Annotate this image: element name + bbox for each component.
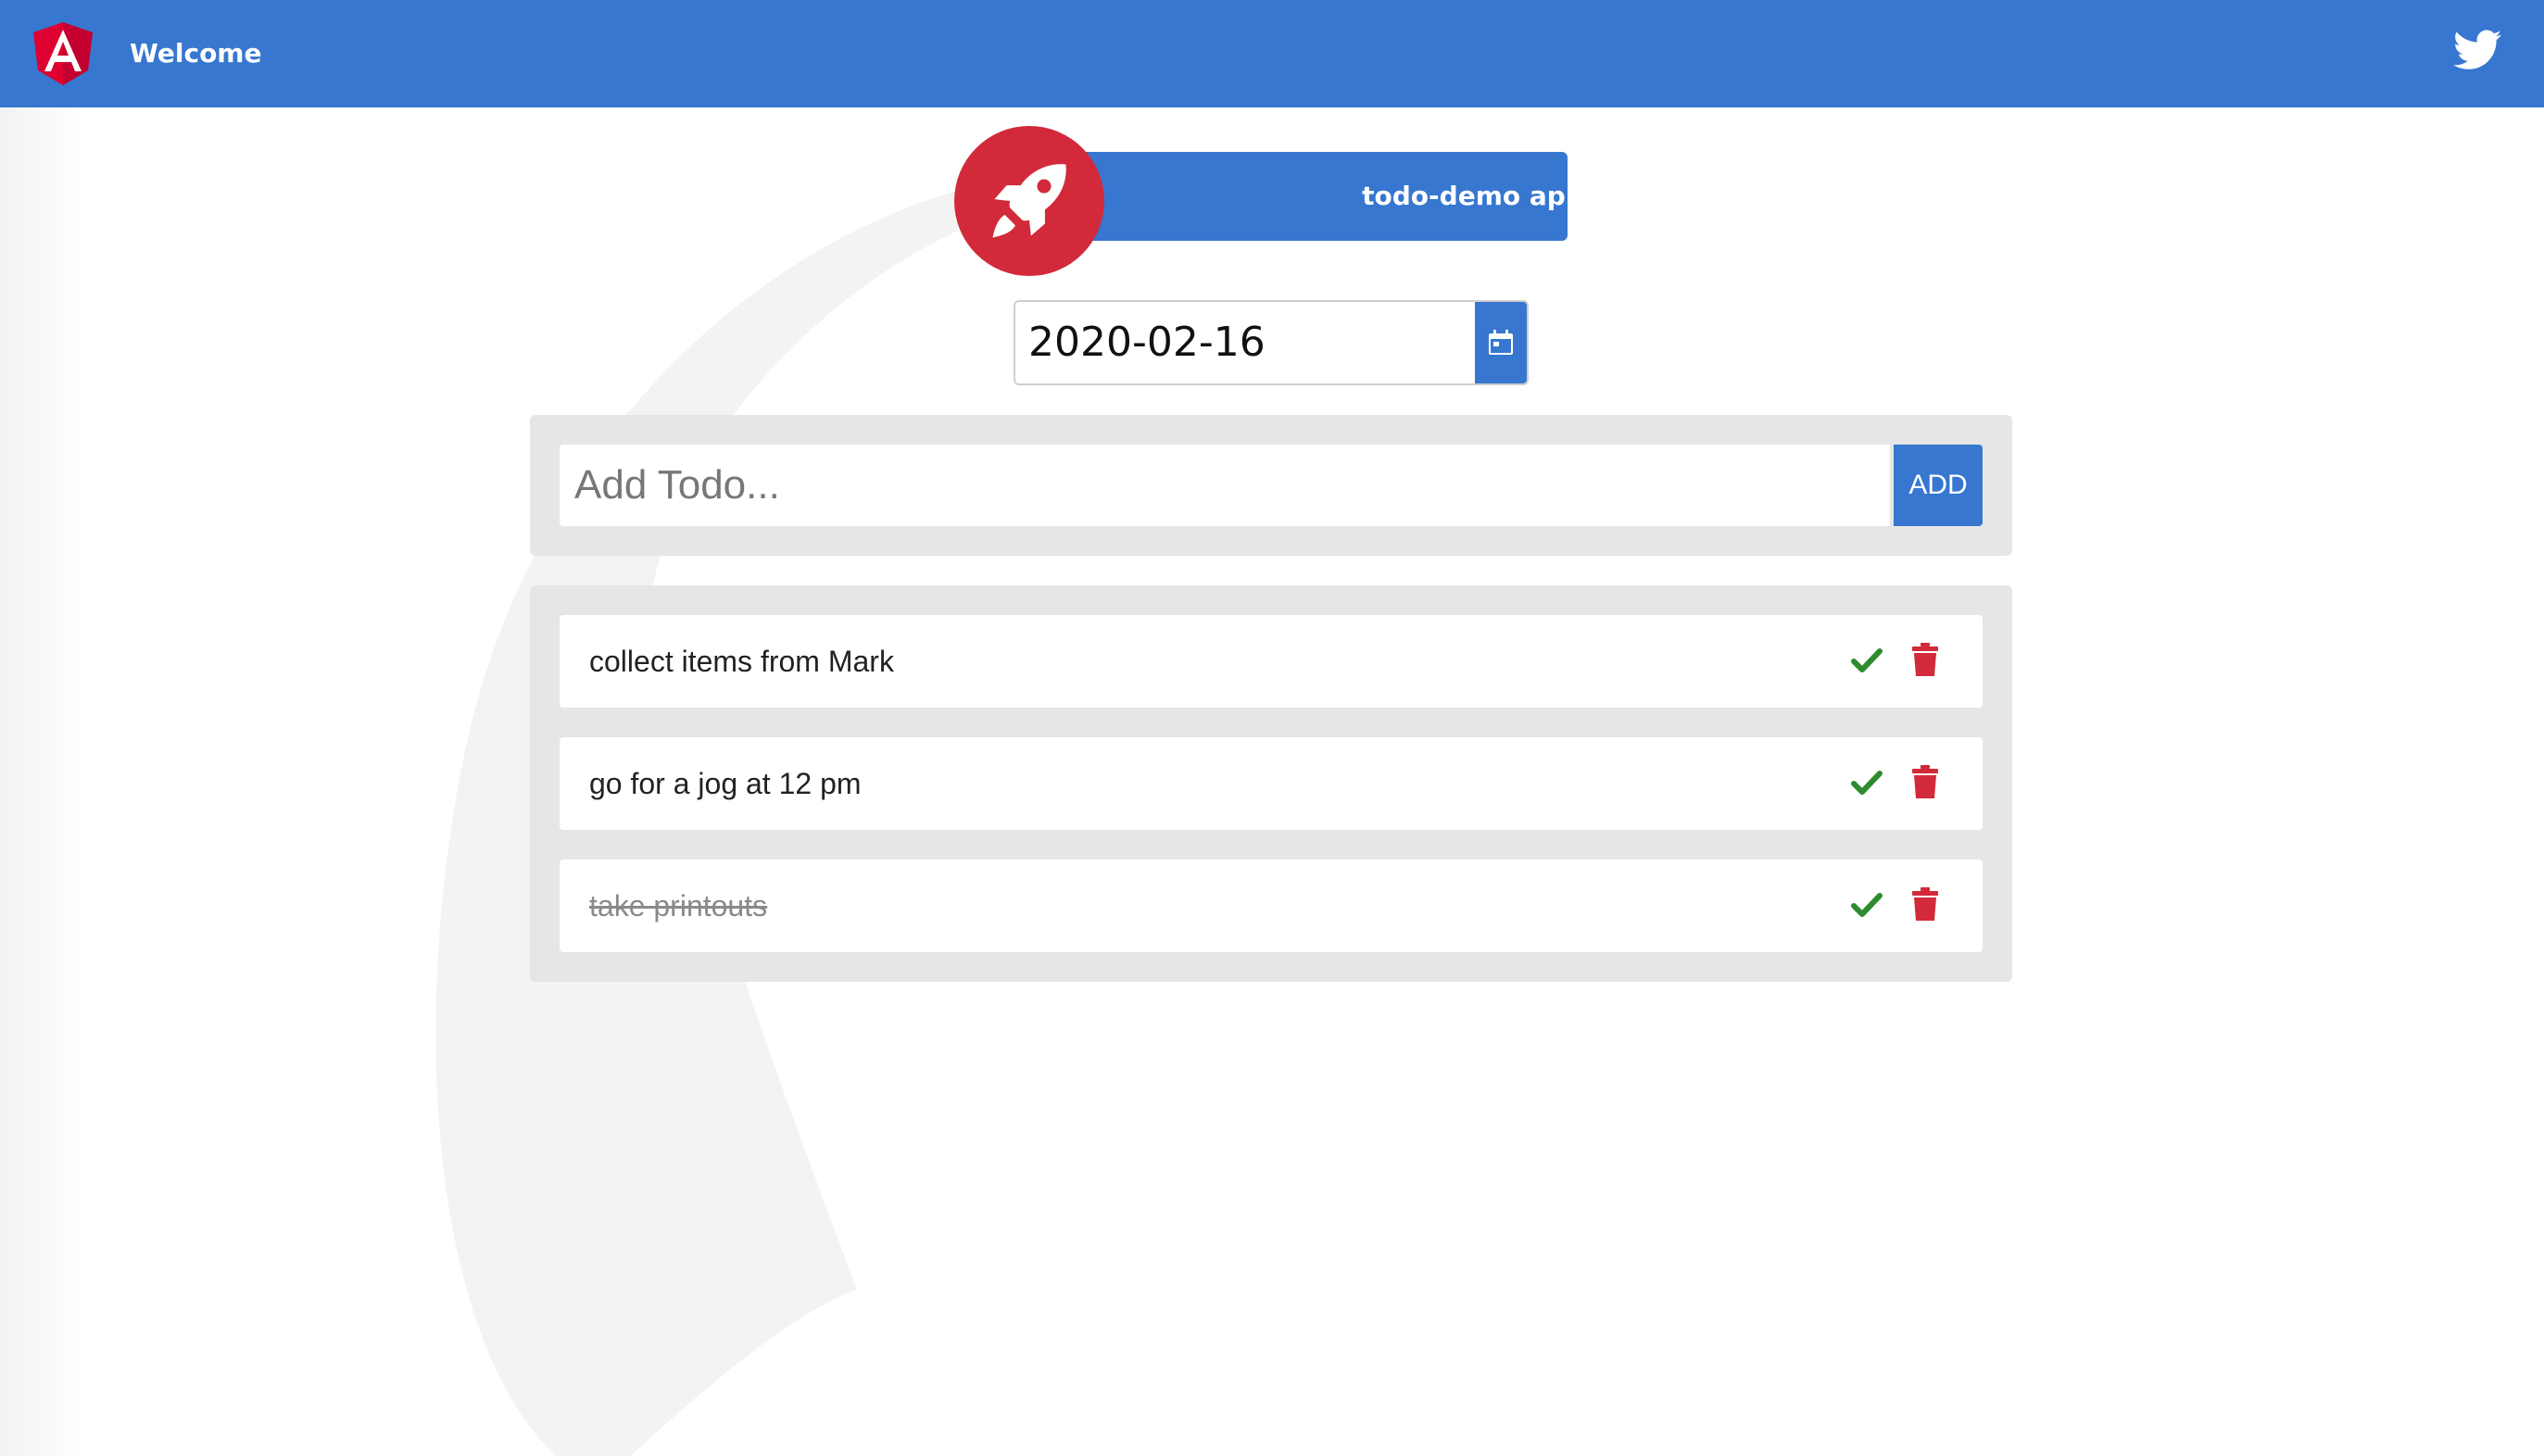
rocket-icon [992,164,1066,238]
trash-icon[interactable] [1912,643,1938,676]
todo-text: collect items from Mark [589,645,894,678]
check-icon[interactable] [1851,646,1883,674]
twitter-icon[interactable] [2453,30,2501,70]
todo-item: collect items from Mark [560,615,1983,708]
calendar-button[interactable] [1475,302,1527,383]
date-value[interactable]: 2020-02-16 [1028,317,1266,369]
date-picker[interactable]: 2020-02-16 [1014,300,1529,385]
add-todo-button[interactable]: ADD [1894,445,1983,526]
check-icon[interactable] [1851,769,1883,797]
trash-icon[interactable] [1912,887,1938,921]
rocket-badge [954,126,1104,276]
calendar-icon [1489,330,1513,355]
check-icon[interactable] [1851,891,1883,919]
add-todo-input[interactable] [560,445,1890,526]
todo-text-completed: take printouts [589,889,768,923]
todo-text: go for a jog at 12 pm [589,767,862,800]
todo-item: go for a jog at 12 pm [560,737,1983,830]
todo-list: collect items from Mark go for a jog at … [530,585,2012,982]
toolbar-title: Welcome [130,38,262,69]
add-todo-panel: ADD [530,415,2012,556]
trash-icon[interactable] [1912,765,1938,798]
angular-logo-icon [33,22,93,85]
app-running-banner: todo-demo app is running! [1067,152,1618,300]
todo-item: take printouts [560,860,1983,952]
top-toolbar: Welcome [0,0,2544,107]
